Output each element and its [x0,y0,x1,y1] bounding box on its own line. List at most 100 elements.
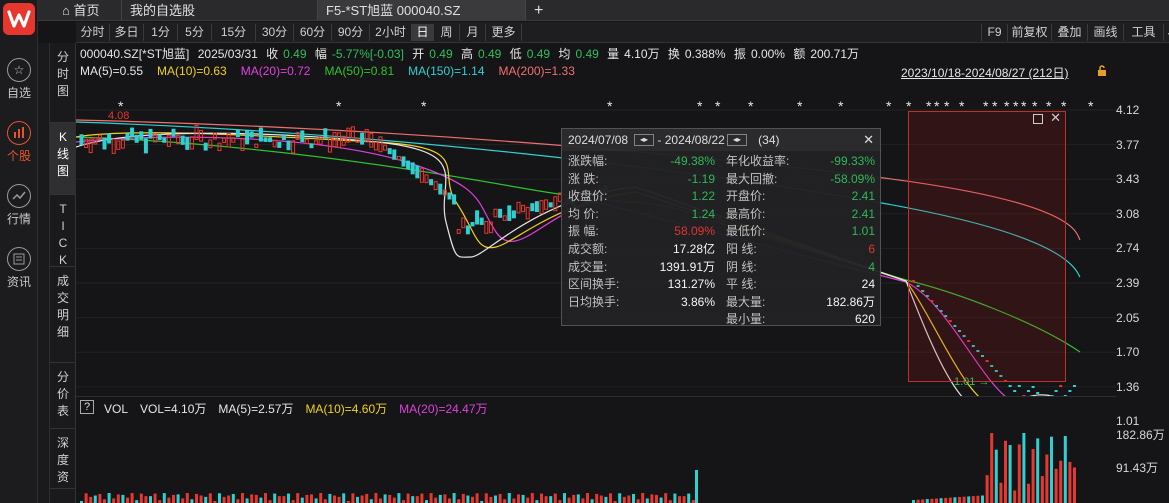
interval-stats-popup[interactable]: 2024/07/08 ◂▸ - 2024/08/22 ◂▸ (34) ✕ 涨跌幅… [561,128,881,326]
popup-date-separator: - [657,133,662,147]
popup-right-value: 2.41 [851,206,875,221]
event-star-icon[interactable]: * [906,98,911,114]
popup-right-value: 24 [861,277,875,292]
nav-news[interactable]: 资讯 [0,241,38,291]
popup-right-value: -58.09% [830,171,875,186]
price-tick-5: 2.39 [1116,276,1140,290]
tool-button-0[interactable]: F9 [981,24,1007,41]
nav-watchlist[interactable]: ☆ 自选 [0,52,38,102]
end-stepper-icon[interactable]: ◂▸ [727,134,747,146]
event-star-icon[interactable]: * [1046,98,1051,114]
side-tab-3[interactable]: 成 交 明 细 [50,267,76,363]
tool-button-3[interactable]: 画线 [1087,24,1123,41]
event-star-icon[interactable]: * [926,98,931,114]
help-icon[interactable]: ? [80,400,94,414]
price-tick-1: 3.77 [1116,137,1140,152]
event-star-icon[interactable]: * [838,98,843,114]
event-star-icon[interactable]: * [1013,98,1018,114]
side-tab-1[interactable]: K 线 图 [50,123,76,195]
tab-home-label: 首页 [73,3,100,18]
popup-start-date: 2024/07/08 [568,133,629,147]
popup-right-key: 最大回撤: [726,171,778,186]
period-tab-3[interactable]: 5分 [178,24,212,41]
lock-icon[interactable] [1096,65,1108,77]
ma-legend-2[interactable]: MA(20)=0.72 [241,64,311,78]
ma-legend-3[interactable]: MA(50)=0.81 [324,64,394,78]
ma-legend-5[interactable]: MA(200)=1.33 [499,64,575,78]
ma-legend-0[interactable]: MA(5)=0.55 [80,64,143,78]
amt-value: 200.71万 [810,47,860,61]
period-tab-5[interactable]: 30分 [256,24,294,41]
event-star-icon[interactable]: * [1021,98,1026,114]
event-star-icon[interactable]: * [607,98,612,114]
add-tab-button[interactable]: + [526,0,556,21]
close-icon[interactable]: ✕ [1050,110,1061,126]
popup-right-key: 最高价: [726,206,766,221]
maximize-icon[interactable] [1033,114,1043,124]
low-annotation-value: 1.01 [954,376,976,388]
vol-value: 4.10万 [624,47,660,61]
popup-left-key: 区间换手: [568,277,620,292]
start-stepper-icon[interactable]: ◂▸ [634,134,654,146]
event-star-icon[interactable]: * [1004,98,1009,114]
event-star-icon[interactable]: * [934,98,939,114]
period-tab-2[interactable]: 1分 [144,24,178,41]
event-star-icon[interactable]: * [697,98,702,114]
popup-right-key: 最低价: [726,224,766,239]
period-tab-1[interactable]: 多日 [110,24,144,41]
tool-button-2[interactable]: 叠加 [1051,24,1087,41]
tab-watchlist[interactable]: 我的自选股 [122,0,318,21]
side-tab-0[interactable]: 分 时 图 [50,43,76,123]
tab-home[interactable]: ⌂ 首页 [54,0,122,21]
period-tab-11[interactable]: 月 [460,24,486,41]
popup-left-value: -49.38% [670,154,715,168]
period-tab-9[interactable]: 日 [412,24,434,41]
period-tab-10[interactable]: 周 [434,24,460,41]
date-range[interactable]: 2023/10/18-2024/08/27 (212日) [901,64,1068,81]
event-star-icon[interactable]: * [797,98,802,114]
popup-left-key: 均 价: [568,206,599,221]
popup-close-icon[interactable]: ✕ [863,129,874,151]
chg-value: -5.77%[-0.03] [331,47,404,61]
nav-label: 自选 [6,86,31,100]
period-tab-4[interactable]: 15分 [212,24,256,41]
period-tab-6[interactable]: 60分 [294,24,332,41]
volume-chart[interactable] [76,418,1116,503]
period-tab-12[interactable]: 更多 [486,24,522,41]
popup-right-key: 平 线: [726,277,757,292]
nav-stock[interactable]: 个股 [0,115,38,165]
app-logo[interactable] [3,3,35,35]
popup-left-key: 收盘价: [568,189,608,204]
tool-button-4[interactable]: 工具 [1123,24,1163,41]
side-tab-5[interactable]: 深 度 资 [50,429,76,489]
event-star-icon[interactable]: * [944,98,949,114]
chevron-down-icon[interactable]: ⌄ [1163,24,1169,41]
nav-label: 行情 [6,212,31,226]
period-tab-0[interactable]: 分时 [76,24,110,41]
event-star-icon[interactable]: * [959,98,964,114]
event-star-icon[interactable]: * [983,98,988,114]
event-star-icon[interactable]: * [1032,98,1037,114]
ma-legend-1[interactable]: MA(10)=0.63 [157,64,227,78]
event-star-icon[interactable]: * [336,98,341,114]
event-star-icon[interactable]: * [715,98,720,114]
range-selection-box[interactable]: ✕ [908,110,1066,382]
event-star-icon[interactable]: * [992,98,997,114]
popup-right-key: 最小量: [726,312,766,327]
popup-right-value: 620 [854,312,875,327]
popup-right-value: 6 [868,242,875,256]
period-tab-7[interactable]: 90分 [332,24,370,41]
event-star-icon[interactable]: * [1088,98,1093,114]
nav-market[interactable]: 行情 [0,178,38,228]
ma-legend-4[interactable]: MA(150)=1.14 [408,64,484,78]
event-star-icon[interactable]: * [748,98,753,114]
period-tab-8[interactable]: 2小时 [370,24,412,41]
event-star-icon[interactable]: * [886,98,891,114]
tab-stock[interactable]: F5-*ST旭蓝 000040.SZ [318,0,526,21]
tool-button-1[interactable]: 前复权 [1007,24,1051,41]
event-star-icon[interactable]: * [1061,98,1066,114]
side-tab-4[interactable]: 分 价 表 [50,363,76,429]
event-star-icon[interactable]: * [421,98,426,114]
side-tab-2[interactable]: T I C K [50,195,76,267]
popup-left-key: 日均换手: [568,294,620,309]
